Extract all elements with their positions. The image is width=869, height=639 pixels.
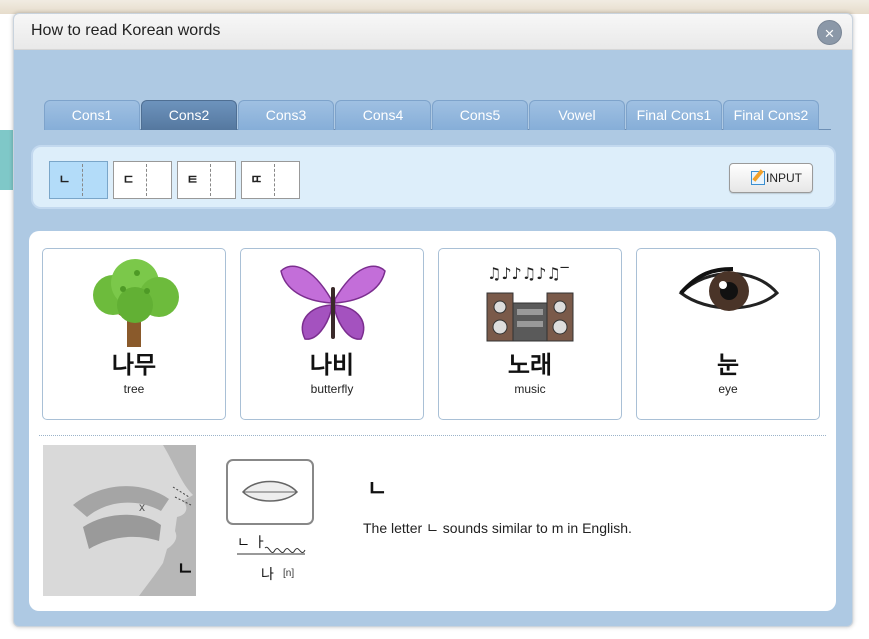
word-card-eye[interactable]: 눈 eye xyxy=(636,248,820,420)
eye-icon xyxy=(678,267,780,311)
letter-glyph: ㄷ xyxy=(122,172,135,187)
card-word: 나비 xyxy=(309,351,355,379)
phonetic: [n] xyxy=(283,568,295,579)
card-meaning: tree xyxy=(123,382,145,396)
section-divider xyxy=(39,435,826,436)
letter-glyph: ㄴ xyxy=(58,172,71,187)
letter-button-ssangdigeut[interactable]: ㄸ xyxy=(241,161,300,199)
explanation-letter: ㄴ xyxy=(367,477,388,502)
tab-cons4[interactable]: Cons4 xyxy=(335,100,431,130)
letter-button-nieun[interactable]: ㄴ xyxy=(49,161,108,199)
tab-cons1[interactable]: Cons1 xyxy=(44,100,140,130)
tab-vowel[interactable]: Vowel xyxy=(529,100,625,130)
letter-divider xyxy=(210,164,211,196)
close-icon: × xyxy=(824,24,835,43)
close-button[interactable]: × xyxy=(817,20,842,45)
input-button-label: INPUT xyxy=(766,171,802,185)
dialog-header: How to read Korean words × xyxy=(14,14,852,50)
explanation-text: The letter ㄴ sounds similar to m in Engl… xyxy=(363,520,632,536)
letter-glyph: ㄸ xyxy=(250,172,263,187)
letter-button-tieut[interactable]: ㅌ xyxy=(177,161,236,199)
letter-divider xyxy=(274,164,275,196)
tab-final-cons2[interactable]: Final Cons2 xyxy=(723,100,819,130)
letter-button-digeut[interactable]: ㄷ xyxy=(113,161,172,199)
letter-glyph: ㅌ xyxy=(186,172,199,187)
letter-selector-panel: ㄴ ㄷ ㅌ ㄸ INPUT xyxy=(31,145,836,209)
svg-text:♫♪♪♫♪♫‾: ♫♪♪♫♪♫‾ xyxy=(487,264,570,283)
card-meaning: butterfly xyxy=(310,382,354,396)
card-word: 노래 xyxy=(507,351,553,379)
how-to-read-dialog: How to read Korean words × Cons1 Cons2 C… xyxy=(13,13,853,627)
mouth-cross-section-diagram: x ㄴ xyxy=(43,445,196,596)
syllable: 나 xyxy=(261,566,274,582)
diagram-letter: ㄴ xyxy=(177,559,194,580)
input-button[interactable]: INPUT xyxy=(729,163,813,193)
music-icon: ♫♪♪♫♪♫‾ xyxy=(486,264,574,342)
card-meaning: music xyxy=(514,382,546,396)
word-card-butterfly[interactable]: 나비 butterfly xyxy=(240,248,424,420)
card-meaning: eye xyxy=(718,382,738,396)
word-card-music[interactable]: ♫♪♪♫♪♫‾ 노래 music xyxy=(438,248,622,420)
letter-divider xyxy=(146,164,147,196)
tree-icon xyxy=(93,259,179,347)
tab-bar: Cons1 Cons2 Cons3 Cons4 Cons5 Vowel Fina… xyxy=(44,100,831,130)
card-word: 눈 xyxy=(716,351,740,379)
background-page-strip xyxy=(0,0,869,14)
tab-cons3[interactable]: Cons3 xyxy=(238,100,334,130)
butterfly-icon xyxy=(280,265,386,340)
pen-icon xyxy=(751,171,765,185)
background-page-panel xyxy=(0,130,14,190)
tab-cons5[interactable]: Cons5 xyxy=(432,100,528,130)
tab-final-cons1[interactable]: Final Cons1 xyxy=(626,100,722,130)
dialog-title: How to read Korean words xyxy=(31,22,221,39)
letter-divider xyxy=(82,164,83,196)
content-panel: 나무 tree 나비 butterfly ♫♪♪♫♪♫‾ 노래 music 눈 … xyxy=(29,231,836,611)
tab-cons2[interactable]: Cons2 xyxy=(141,100,237,130)
syllable-jamo: ㄴ ㅏ xyxy=(237,534,267,550)
lips-figure: ㄴ ㅏ 나 [n] xyxy=(225,458,317,588)
word-card-tree[interactable]: 나무 tree xyxy=(42,248,226,420)
card-word: 나무 xyxy=(111,351,157,379)
svg-text:x: x xyxy=(139,500,145,514)
